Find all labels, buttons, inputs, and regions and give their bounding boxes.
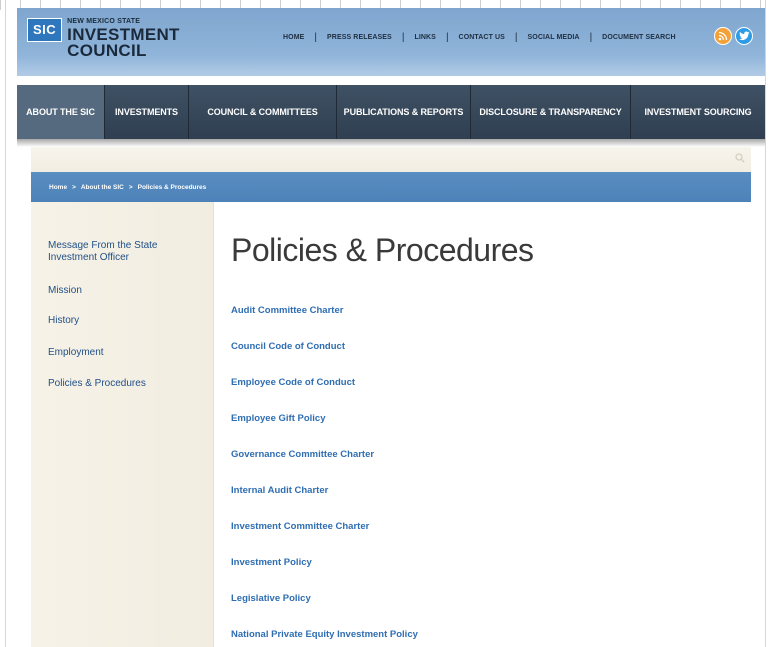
sidebar-item-policies[interactable]: Policies & Procedures: [48, 378, 146, 390]
search-icon[interactable]: [735, 153, 745, 163]
twitter-glyph: [738, 31, 749, 41]
sidebar-divider: [213, 202, 214, 647]
breadcrumb-separator: >: [128, 183, 133, 191]
topnav-press-releases[interactable]: PRESS RELEASES: [327, 34, 392, 41]
breadcrumb-home[interactable]: Home: [49, 184, 67, 191]
topnav-document-search[interactable]: DOCUMENT SEARCH: [602, 34, 675, 41]
site-logo[interactable]: SIC NEW MEXICO STATE INVESTMENT COUNCIL: [27, 18, 180, 59]
breadcrumb-about[interactable]: About the SIC: [81, 184, 124, 191]
rss-icon[interactable]: [714, 27, 732, 45]
topnav-separator: |: [514, 32, 518, 43]
topnav-contact-us[interactable]: CONTACT US: [459, 34, 505, 41]
doc-link[interactable]: National Private Equity Investment Polic…: [231, 629, 418, 640]
topnav-social-media[interactable]: SOCIAL MEDIA: [528, 34, 580, 41]
logo-badge: SIC: [27, 18, 63, 42]
breadcrumb: Home > About the SIC > Policies & Proced…: [31, 172, 751, 202]
doc-link[interactable]: Employee Gift Policy: [231, 413, 326, 424]
doc-link[interactable]: Governance Committee Charter: [231, 449, 374, 460]
sidebar-item-history[interactable]: History: [48, 315, 79, 327]
doc-link[interactable]: Internal Audit Charter: [231, 485, 328, 496]
logo-line-3: COUNCIL: [67, 41, 147, 60]
page: SIC NEW MEXICO STATE INVESTMENT COUNCIL …: [17, 8, 765, 647]
logo-line-1: NEW MEXICO STATE: [67, 18, 141, 25]
nav-about-the-sic[interactable]: ABOUT THE SIC: [17, 85, 105, 139]
frame-right-line: [765, 0, 766, 647]
topnav-separator: |: [401, 32, 405, 43]
frame-left-line: [5, 0, 6, 647]
nav-disclosure-transparency[interactable]: DISCLOSURE & TRANSPARENCY: [471, 85, 631, 139]
search-bar[interactable]: [31, 147, 751, 173]
sidebar: Message From the State Investment Office…: [31, 202, 213, 647]
twitter-icon[interactable]: [735, 27, 753, 45]
sidebar-item-employment[interactable]: Employment: [48, 347, 104, 359]
nav-investment-sourcing[interactable]: INVESTMENT SOURCING: [631, 85, 765, 139]
breadcrumb-separator: >: [72, 183, 76, 191]
page-title: Policies & Procedures: [231, 232, 534, 268]
breadcrumb-current: Policies & Procedures: [137, 183, 207, 191]
topnav-home[interactable]: HOME: [283, 34, 304, 41]
doc-link[interactable]: Employee Code of Conduct: [231, 377, 355, 388]
doc-link[interactable]: Council Code of Conduct: [231, 341, 345, 352]
site-header: SIC NEW MEXICO STATE INVESTMENT COUNCIL …: [17, 8, 765, 76]
utility-nav: HOME | PRESS RELEASES | LINKS | CONTACT …: [283, 32, 676, 43]
topnav-separator: |: [314, 32, 318, 43]
main-nav: ABOUT THE SIC INVESTMENTS COUNCIL & COMM…: [17, 85, 765, 139]
nav-shadow: [17, 139, 765, 147]
rss-glyph: [718, 31, 728, 41]
doc-link[interactable]: Audit Committee Charter: [231, 305, 343, 316]
nav-investments[interactable]: INVESTMENTS: [105, 85, 189, 139]
doc-link[interactable]: Investment Policy: [231, 557, 312, 568]
logo-text: NEW MEXICO STATE INVESTMENT COUNCIL: [67, 18, 180, 59]
nav-publications-reports[interactable]: PUBLICATIONS & REPORTS: [337, 85, 471, 139]
sidebar-item-message[interactable]: Message From the State Investment Office…: [48, 240, 188, 264]
topnav-separator: |: [589, 32, 593, 43]
sidebar-item-mission[interactable]: Mission: [48, 285, 82, 297]
topnav-separator: |: [445, 32, 449, 43]
doc-link[interactable]: Investment Committee Charter: [231, 521, 369, 532]
doc-link[interactable]: Legislative Policy: [231, 593, 311, 604]
topnav-links[interactable]: LINKS: [414, 34, 436, 41]
nav-council-committees[interactable]: COUNCIL & COMMITTEES: [189, 85, 337, 139]
